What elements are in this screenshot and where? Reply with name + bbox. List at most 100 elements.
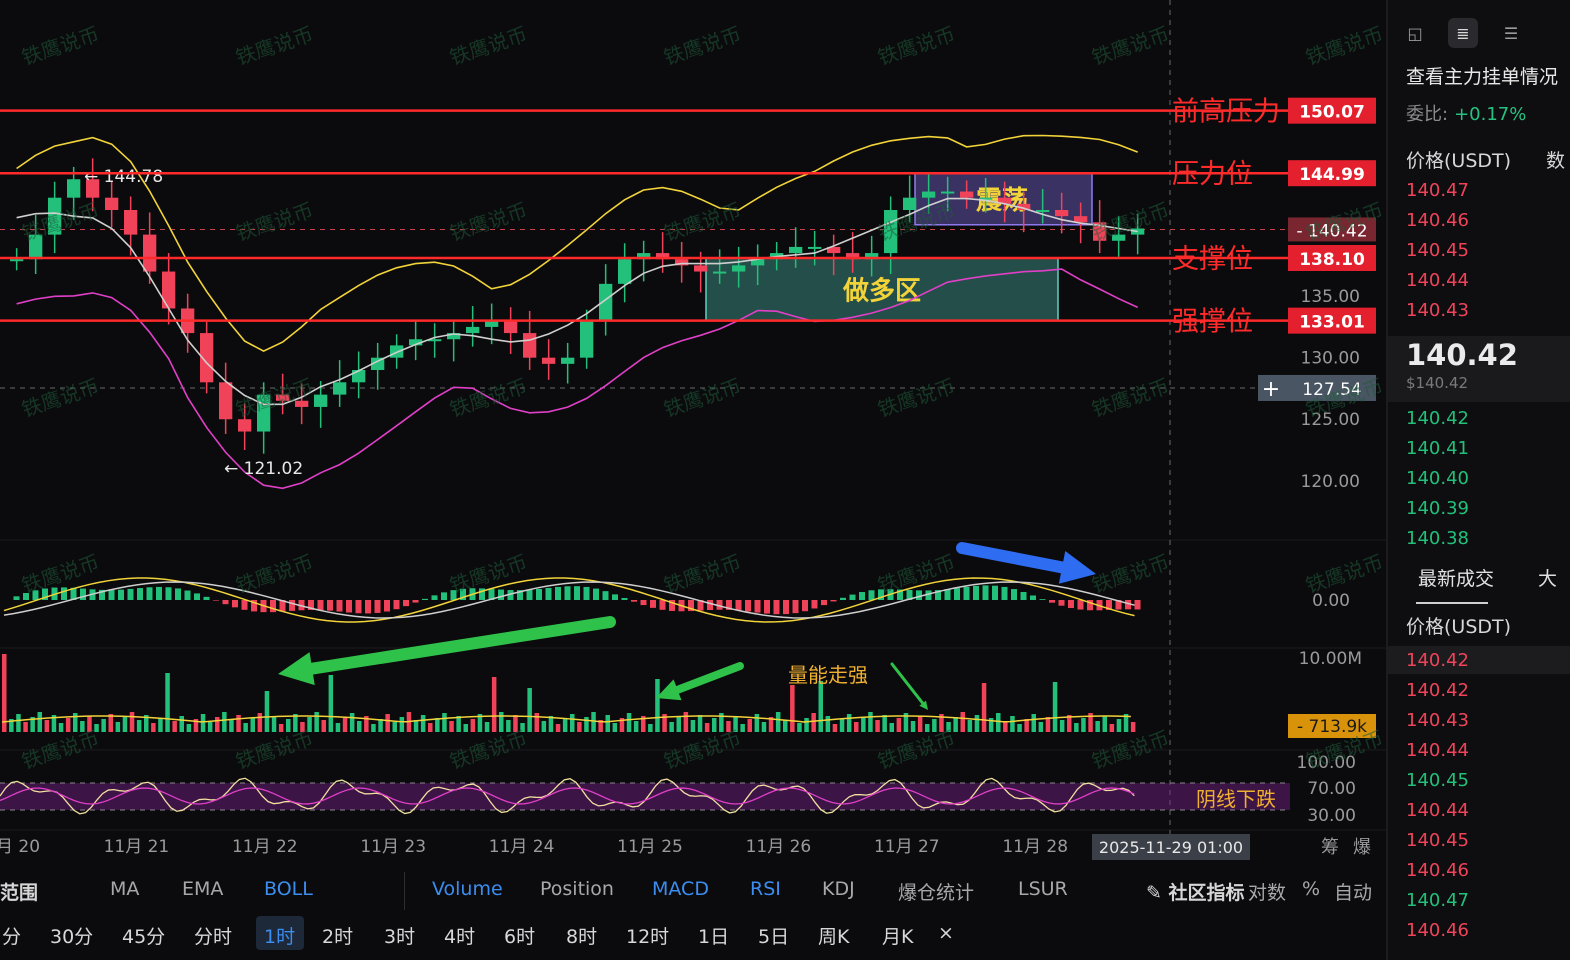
- close-intervals-icon[interactable]: ×: [938, 922, 954, 944]
- candle: [903, 197, 917, 210]
- toolbar-separator: [404, 872, 405, 910]
- trade-row[interactable]: 140.44: [1406, 740, 1469, 761]
- interval-14[interactable]: 月K: [882, 922, 913, 949]
- candle: [504, 320, 518, 334]
- ask-row[interactable]: 140.45: [1406, 240, 1469, 261]
- ask-row[interactable]: 140.44: [1406, 270, 1469, 291]
- macd-histogram-bar: [1049, 600, 1055, 603]
- interval-4[interactable]: 1时: [264, 922, 295, 949]
- indicator-0[interactable]: 范围: [0, 878, 38, 905]
- trade-row[interactable]: 140.45: [1406, 830, 1469, 851]
- candle: [542, 357, 556, 364]
- volume-bar: [506, 720, 511, 732]
- volume-bar: [655, 679, 660, 732]
- trade-row[interactable]: 140.46: [1406, 920, 1469, 941]
- macd-histogram-bar: [1039, 599, 1046, 600]
- trade-row[interactable]: 140.42: [1406, 680, 1469, 701]
- indicator-12[interactable]: 对数: [1248, 878, 1286, 905]
- volume-bar: [250, 718, 255, 732]
- bid-row[interactable]: 140.41: [1406, 438, 1469, 459]
- volume-bar: [413, 720, 419, 732]
- indicator-13[interactable]: %: [1302, 878, 1320, 900]
- indicator-9[interactable]: 爆仓统计: [898, 878, 974, 905]
- ratio-label: 委比:: [1406, 104, 1449, 125]
- volume-bar: [712, 718, 717, 732]
- volume-bar: [442, 713, 447, 732]
- trade-row[interactable]: 140.47: [1406, 890, 1469, 911]
- tab-large-trades[interactable]: 大: [1538, 564, 1557, 591]
- indicator-6[interactable]: MACD: [652, 878, 709, 900]
- macd-histogram-bar: [422, 598, 428, 600]
- indicator-1[interactable]: MA: [110, 878, 139, 900]
- volume-bar: [683, 712, 689, 732]
- crosshair-time-text: 2025-11-29 01:00: [1099, 838, 1243, 857]
- interval-7[interactable]: 4时: [444, 922, 475, 949]
- interval-11[interactable]: 1日: [698, 922, 729, 949]
- indicator-8[interactable]: KDJ: [822, 878, 855, 900]
- indicator-5[interactable]: Position: [540, 878, 614, 900]
- orderbook-asks-icon[interactable]: ☰: [1496, 18, 1526, 48]
- trade-row[interactable]: 140.42: [1406, 650, 1469, 671]
- interval-3[interactable]: 分时: [194, 922, 232, 949]
- macd-histogram-bar: [868, 590, 875, 600]
- macd-histogram-bar: [80, 588, 86, 600]
- liquidation-icon: 爆: [1353, 837, 1371, 858]
- interval-2[interactable]: 45分: [122, 922, 165, 949]
- volume-bar: [44, 720, 50, 732]
- bid-row[interactable]: 140.40: [1406, 468, 1469, 489]
- interval-12[interactable]: 5日: [758, 922, 789, 949]
- trade-row[interactable]: 140.45: [1406, 770, 1469, 791]
- volume-bar: [967, 720, 973, 732]
- tab-latest-trades[interactable]: 最新成交: [1418, 564, 1494, 591]
- interval-1[interactable]: 30分: [50, 922, 93, 949]
- ask-row[interactable]: 140.47: [1406, 180, 1469, 201]
- indicator-14[interactable]: 自动: [1334, 878, 1372, 905]
- macd-histogram-bar: [165, 587, 172, 600]
- indicator-11[interactable]: ✎ 社区指标: [1146, 878, 1245, 905]
- bid-row[interactable]: 140.38: [1406, 528, 1469, 549]
- indicator-7[interactable]: RSI: [750, 878, 781, 900]
- candle: [219, 382, 233, 420]
- orderbook-mode-icon[interactable]: ◱: [1400, 18, 1430, 48]
- macd-histogram-bar: [270, 600, 276, 613]
- volume-bar: [186, 724, 192, 732]
- interval-9[interactable]: 8时: [566, 922, 597, 949]
- interval-5[interactable]: 2时: [322, 922, 353, 949]
- interval-13[interactable]: 周K: [818, 922, 849, 949]
- volume-bar: [449, 721, 454, 732]
- macd-histogram-bar: [327, 600, 333, 611]
- indicator-2[interactable]: EMA: [182, 878, 223, 900]
- volume-bar: [1095, 721, 1100, 732]
- candle: [1055, 210, 1069, 217]
- ask-row[interactable]: 140.43: [1406, 300, 1469, 321]
- volume-bar: [960, 712, 965, 732]
- volume-bar: [591, 712, 596, 732]
- interval-8[interactable]: 6时: [504, 922, 535, 949]
- ask-row[interactable]: 140.46: [1406, 210, 1469, 231]
- interval-6[interactable]: 3时: [384, 922, 415, 949]
- price-chart[interactable]: 做多区震荡← 144.78← 121.02前高压力 150.07压力位 144.99…: [0, 0, 1386, 870]
- qty-column-header: 数: [1546, 150, 1566, 172]
- indicator-3[interactable]: BOLL: [264, 878, 313, 900]
- macd-histogram-bar: [1068, 600, 1074, 609]
- bid-row[interactable]: 140.42: [1406, 408, 1469, 429]
- green-volume-arrow: [671, 662, 744, 695]
- macd-histogram-bar: [32, 590, 39, 600]
- orderbook-both-icon[interactable]: ≣: [1448, 18, 1478, 48]
- trade-row[interactable]: 140.43: [1406, 710, 1469, 731]
- volume-bar: [200, 714, 206, 732]
- indicator-4[interactable]: Volume: [432, 878, 503, 900]
- macd-histogram-bar: [811, 600, 818, 609]
- trade-row[interactable]: 140.44: [1406, 800, 1469, 821]
- candle: [67, 179, 81, 198]
- interval-0[interactable]: 分: [2, 922, 21, 949]
- macd-histogram-bar: [365, 600, 371, 614]
- x-tick-label: 11月 28: [1002, 837, 1068, 857]
- trade-row[interactable]: 140.46: [1406, 860, 1469, 881]
- macd-histogram-bar: [441, 592, 447, 600]
- indicator-10[interactable]: LSUR: [1018, 878, 1068, 900]
- main-orders-title[interactable]: 查看主力挂单情况: [1406, 62, 1558, 89]
- volume-bar: [1045, 717, 1051, 732]
- bid-row[interactable]: 140.39: [1406, 498, 1469, 519]
- interval-10[interactable]: 12时: [626, 922, 669, 949]
